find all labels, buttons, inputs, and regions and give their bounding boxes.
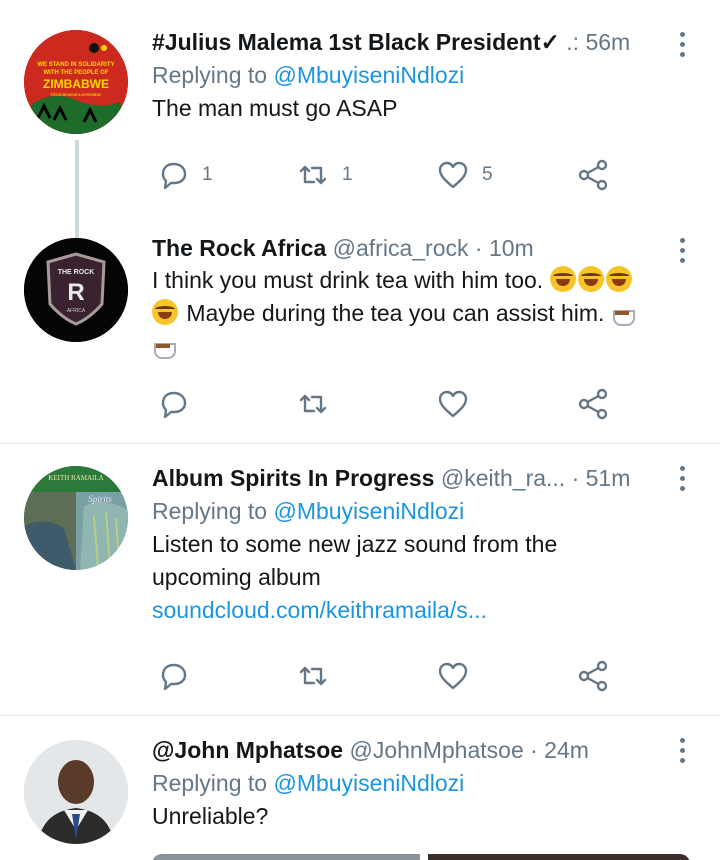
tweet-header: The Rock Africa @africa_rock · 10m [152,232,660,264]
share-button[interactable] [576,656,610,696]
joy-emoji-icon [549,266,576,292]
replying-to-link[interactable]: @MbuyiseniNdlozi [273,498,464,524]
avatar-text-1: THE ROCK [58,269,95,276]
handle[interactable]: @africa_rock [333,235,469,261]
tweet-text: Unreliable? [152,803,269,829]
timestamp[interactable]: · 10m [475,235,534,261]
share-button[interactable] [576,384,610,424]
retweet-icon [299,165,327,185]
more-vertical-icon[interactable] [674,738,690,768]
avatar-image [24,740,128,844]
tweet-actions [152,656,632,696]
display-name[interactable]: #Julius Malema 1st Black President✓ [152,29,560,55]
more-vertical-icon[interactable] [674,32,690,62]
reply-button[interactable] [156,656,190,696]
replying-to: Replying to @MbuyiseniNdlozi [152,766,660,800]
share-icon [578,660,608,692]
reply-button[interactable] [156,384,190,424]
avatar-text-4: #ZimbabweanLivesMatter [50,92,102,97]
tweet-header: Album Spirits In Progress @keith_ra... ·… [152,462,660,494]
tea-emoji-icon [152,335,178,359]
avatar-text-2: R [67,279,84,306]
avatar[interactable]: KEITH RAMAILA Spirits [24,466,128,570]
replying-to-link[interactable]: @MbuyiseniNdlozi [273,62,464,88]
tweet-header: @John Mphatsoe @JohnMphatsoe · 24m [152,734,660,766]
tweet-text: The man must go ASAP [152,95,398,121]
tweet-3[interactable]: KEITH RAMAILA Spirits Album Spirits In P… [0,444,720,716]
replying-to-link[interactable]: @MbuyiseniNdlozi [273,770,464,796]
avatar[interactable] [24,740,128,844]
like-button[interactable] [436,384,470,424]
thread-connector [75,140,79,232]
tweet-text-line-1: I think you must drink tea with him too. [152,267,544,293]
share-button[interactable] [576,155,610,195]
avatar-image: THE ROCK R AFRICA [24,238,128,342]
handle[interactable]: @JohnMphatsoe [350,737,524,763]
handle[interactable]: @keith_ra... [441,465,565,491]
display-name[interactable]: The Rock Africa [152,235,326,261]
tweet-text-line-2: Maybe during the tea you can assist him. [186,300,605,326]
heart-icon [438,161,468,189]
heart-icon [438,662,468,690]
tweet-2[interactable]: THE ROCK R AFRICA The Rock Africa @afric… [0,232,720,444]
tweet-text: Listen to some new jazz sound from the u… [152,528,660,627]
tweet-text-line-1: Listen to some new jazz sound from the [152,531,558,557]
joy-emoji-icon [152,299,178,325]
display-name[interactable]: @John Mphatsoe [152,737,343,763]
joy-emoji-icon [577,266,604,292]
tweet-actions [152,384,632,424]
display-name[interactable]: Album Spirits In Progress [152,465,434,491]
retweet-count: 1 [342,164,353,185]
avatar-image: KEITH RAMAILA Spirits [24,466,128,570]
tweet-text-line-2: upcoming album [152,564,321,590]
like-button[interactable] [436,656,470,696]
timestamp[interactable]: · 24m [530,737,589,763]
replying-label: Replying to [152,770,274,796]
tweet-header: #Julius Malema 1st Black President✓ .: 5… [152,26,660,58]
replying-to: Replying to @MbuyiseniNdlozi [152,494,660,528]
more-vertical-icon[interactable] [674,238,690,268]
retweet-icon [299,666,327,686]
media-preview[interactable] [152,854,420,860]
reply-button[interactable]: 1 [156,155,213,195]
tweet-actions: 1 1 5 [152,155,632,195]
avatar[interactable]: WE STAND IN SOLIDARITY WITH THE PEOPLE O… [24,30,128,134]
handle[interactable]: .: [566,29,579,55]
timestamp[interactable]: 56m [585,29,630,55]
tweet-4[interactable]: @John Mphatsoe @JohnMphatsoe · 24m Reply… [0,716,720,860]
replying-to: Replying to @MbuyiseniNdlozi [152,58,660,92]
reply-icon [161,663,187,691]
more-vertical-icon[interactable] [674,466,690,496]
avatar-text-3: ZIMBABWE [43,77,109,91]
share-icon [578,388,608,420]
avatar-text-1: KEITH RAMAILA [48,474,103,482]
retweet-button[interactable] [296,656,330,696]
like-button[interactable]: 5 [436,155,493,195]
like-count: 5 [482,164,493,185]
reply-icon [161,162,187,190]
tweet-1[interactable]: WE STAND IN SOLIDARITY WITH THE PEOPLE O… [0,0,720,232]
joy-emoji-icon [605,266,632,292]
tweet-text: I think you must drink tea with him too.… [152,264,660,363]
avatar-image: WE STAND IN SOLIDARITY WITH THE PEOPLE O… [24,30,128,134]
retweet-button[interactable]: 1 [296,155,353,195]
retweet-icon [299,394,327,414]
reply-count: 1 [202,164,213,185]
avatar-text-1: WE STAND IN SOLIDARITY [37,62,114,68]
timestamp[interactable]: · 51m [572,465,631,491]
tea-emoji-icon [611,302,637,326]
share-icon [578,159,608,191]
avatar-text-3: AFRICA [67,308,86,314]
replying-label: Replying to [152,62,274,88]
avatar-text-2: WITH THE PEOPLE OF [43,70,108,76]
retweet-button[interactable] [296,384,330,424]
heart-icon [438,390,468,418]
media-preview[interactable] [428,854,690,860]
avatar[interactable]: THE ROCK R AFRICA [24,238,128,342]
tweet-link[interactable]: soundcloud.com/keithramaila/s... [152,597,487,623]
avatar-text-2: Spirits [88,494,112,504]
replying-label: Replying to [152,498,274,524]
reply-icon [161,391,187,419]
